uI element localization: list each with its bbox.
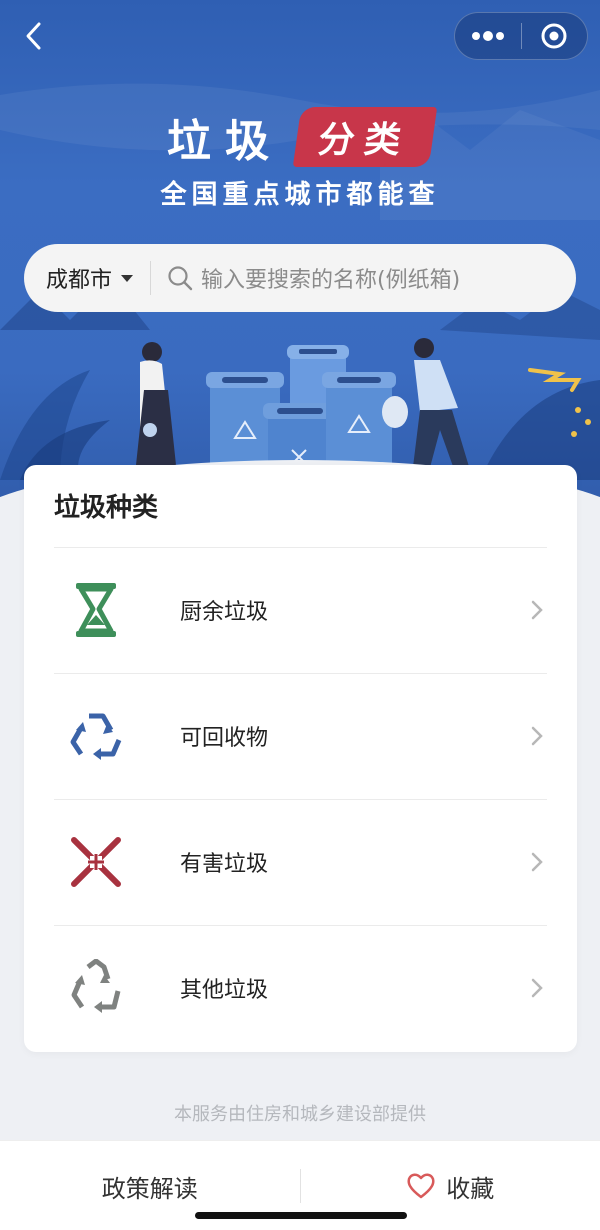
close-miniprogram-button[interactable]: [522, 13, 588, 59]
category-card-title: 垃圾种类: [54, 493, 159, 523]
miniprogram-capsule: [454, 12, 588, 60]
trash-bins-illustration: [0, 338, 600, 480]
category-item-recyclables[interactable]: 可回收物: [54, 673, 547, 799]
target-circle-icon: [541, 23, 567, 49]
title-tag: 分类: [292, 107, 438, 167]
search-input[interactable]: 输入要搜索的名称(例纸箱): [201, 262, 460, 294]
more-button[interactable]: [455, 13, 521, 59]
page-title: 垃圾 分类: [0, 105, 600, 169]
chevron-right-icon: [527, 852, 547, 872]
category-label: 可回收物: [180, 726, 269, 751]
city-label: 成都市: [46, 268, 113, 293]
search-bar: 成都市 输入要搜索的名称(例纸箱): [24, 244, 576, 312]
service-provider-note: 本服务由住房和城乡建设部提供: [174, 1104, 426, 1125]
city-selector[interactable]: 成都市: [46, 262, 134, 294]
recycle-icon: [66, 958, 126, 1018]
category-item-hazardous-waste[interactable]: 有害垃圾: [54, 799, 547, 925]
chevron-right-icon: [527, 978, 547, 998]
tab-label: 收藏: [446, 1174, 495, 1203]
hazard-cross-icon: [66, 832, 126, 892]
chevron-right-icon: [527, 726, 547, 746]
category-card: 垃圾种类 厨余垃圾 可回收物 有害垃圾 其他垃圾: [24, 465, 577, 1052]
search-icon: [168, 266, 193, 291]
chevron-left-icon: [26, 22, 41, 50]
more-dots-icon: [471, 31, 504, 41]
category-item-other-waste[interactable]: 其他垃圾: [54, 925, 547, 1051]
recycle-icon: [66, 706, 126, 766]
heart-icon: [407, 1173, 435, 1199]
chevron-right-icon: [527, 600, 547, 620]
home-indicator: [195, 1212, 407, 1219]
tab-label: 政策解读: [101, 1174, 198, 1203]
category-label: 有害垃圾: [180, 852, 269, 877]
back-button[interactable]: [18, 18, 48, 54]
category-label: 其他垃圾: [180, 978, 269, 1003]
hero-banner: 垃圾 分类 全国重点城市都能查 成都市 输入要搜索的名称(例纸箱): [0, 0, 600, 530]
category-item-kitchen-waste[interactable]: 厨余垃圾: [54, 547, 547, 673]
title-main: 垃圾: [166, 116, 283, 167]
hourglass-icon: [66, 580, 126, 640]
search-divider: [150, 261, 152, 295]
page-subtitle: 全国重点城市都能查: [160, 180, 440, 210]
category-label: 厨余垃圾: [180, 600, 269, 625]
caret-down-icon: [121, 274, 134, 282]
